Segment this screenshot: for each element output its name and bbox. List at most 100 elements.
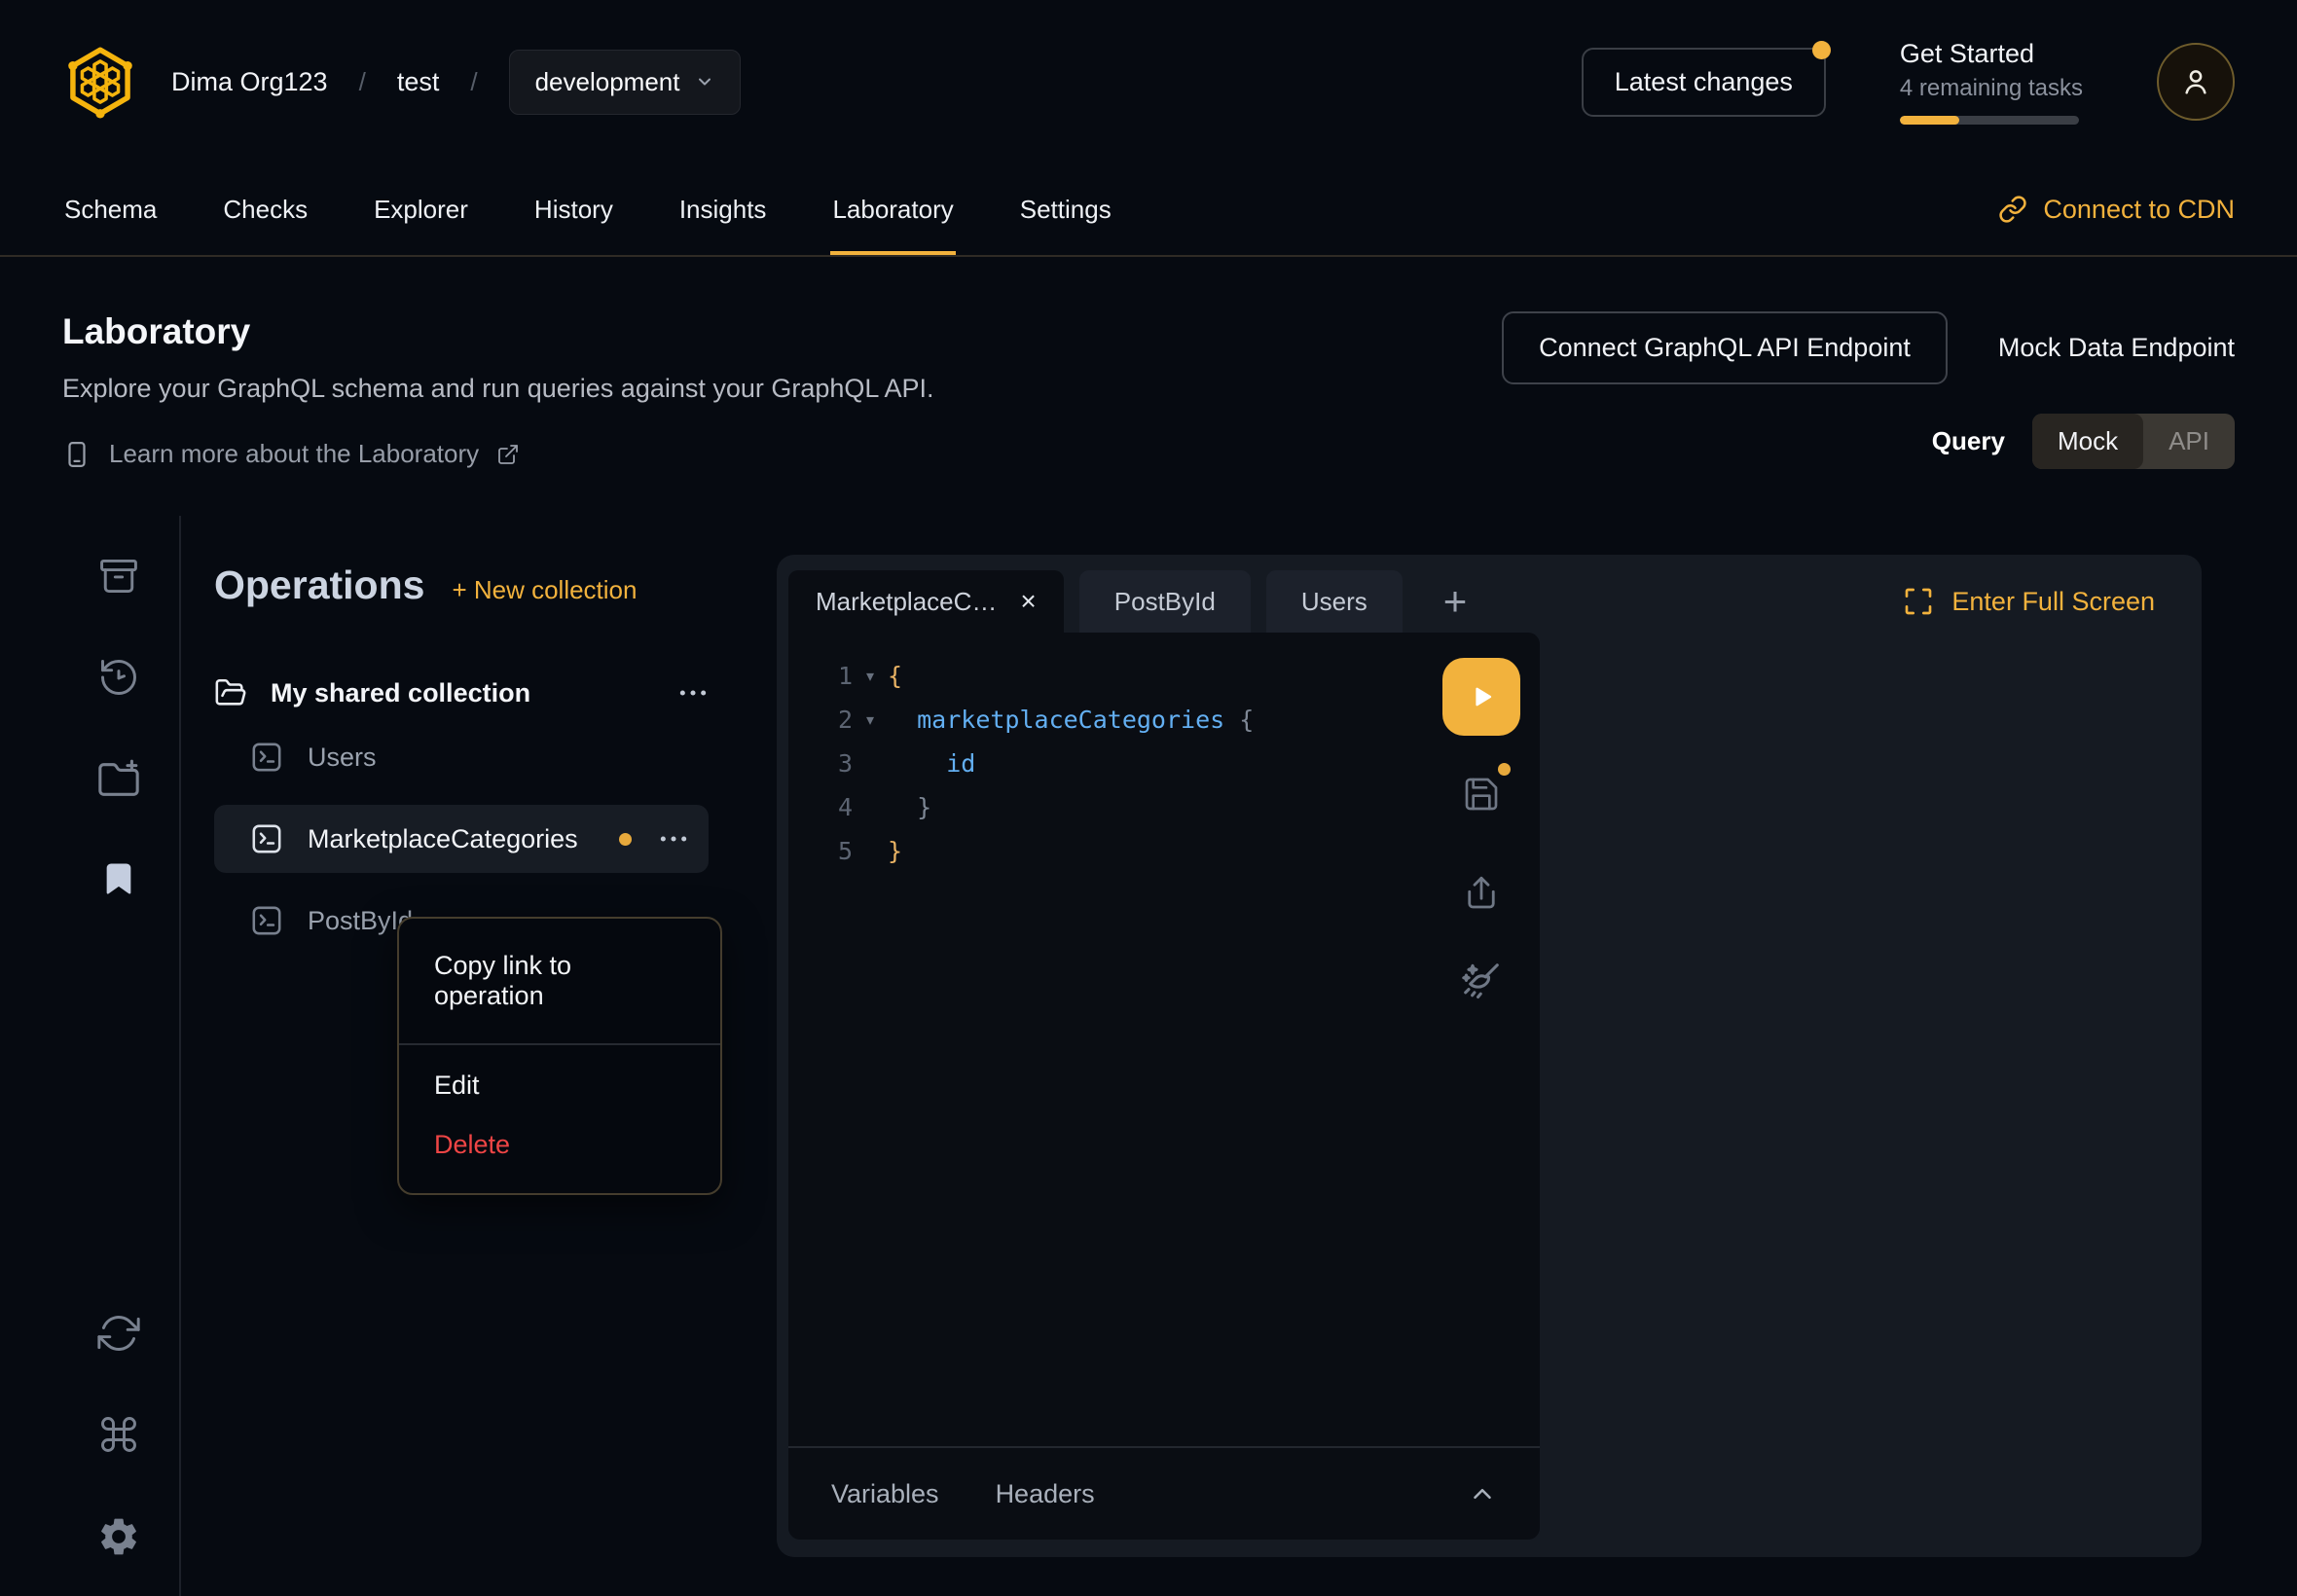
context-menu-copy-link[interactable]: Copy link to operation xyxy=(399,919,720,1043)
tab-schema[interactable]: Schema xyxy=(62,163,159,255)
bookmark-icon[interactable] xyxy=(100,860,137,897)
tab-checks[interactable]: Checks xyxy=(221,163,310,255)
line-number: 2 xyxy=(825,698,853,742)
new-folder-icon[interactable] xyxy=(96,757,141,802)
connect-to-cdn-link[interactable]: Connect to CDN xyxy=(1998,163,2235,255)
fold-spacer xyxy=(853,829,888,873)
operations-header: Operations + New collection xyxy=(214,562,709,608)
editor-tab-marketplace[interactable]: MarketplaceC… × xyxy=(788,570,1064,633)
save-operation-button[interactable] xyxy=(1462,775,1501,818)
link-icon xyxy=(1998,195,2027,224)
query-mode-toggle: Mock API xyxy=(2032,414,2235,469)
refresh-icon[interactable] xyxy=(97,1312,140,1355)
folder-open-icon xyxy=(214,676,247,709)
share-icon[interactable] xyxy=(1461,873,1502,914)
page-subtitle: Explore your GraphQL schema and run quer… xyxy=(62,374,933,404)
code-token: { xyxy=(1239,698,1254,742)
operation-icon xyxy=(249,740,284,775)
connect-to-cdn-label: Connect to CDN xyxy=(2043,195,2235,225)
latest-changes-button[interactable]: Latest changes xyxy=(1582,48,1826,117)
tab-laboratory[interactable]: Laboratory xyxy=(830,163,955,255)
query-mode-api[interactable]: API xyxy=(2143,414,2235,469)
line-number: 1 xyxy=(825,654,853,698)
headers-tab[interactable]: Headers xyxy=(996,1479,1095,1509)
fold-toggle-icon[interactable]: ▾ xyxy=(853,698,888,742)
context-menu-delete[interactable]: Delete xyxy=(399,1115,720,1193)
archive-icon[interactable] xyxy=(97,555,140,598)
context-menu-edit[interactable]: Edit xyxy=(399,1045,720,1115)
project-nav: Schema Checks Explorer History Insights … xyxy=(0,163,2297,257)
notification-dot xyxy=(1812,41,1831,59)
latest-changes-label: Latest changes xyxy=(1615,67,1793,96)
chevron-up-icon[interactable] xyxy=(1468,1479,1497,1508)
get-started-widget[interactable]: Get Started 4 remaining tasks xyxy=(1900,39,2083,125)
tab-settings[interactable]: Settings xyxy=(1018,163,1113,255)
new-collection-button[interactable]: + New collection xyxy=(452,575,637,605)
line-number: 5 xyxy=(825,829,853,873)
prettify-broom-icon[interactable] xyxy=(1459,959,1504,1003)
learn-more-label: Learn more about the Laboratory xyxy=(109,439,479,469)
collection-header[interactable]: My shared collection xyxy=(214,676,709,709)
editor-panel-body: 1 ▾ { 2 ▾ marketplaceCategories { 3 xyxy=(777,633,2202,1557)
line-number: 4 xyxy=(825,785,853,829)
laboratory-main: Operations + New collection My shared co… xyxy=(0,516,2297,1596)
collection-overflow-menu-icon[interactable] xyxy=(677,686,709,700)
editor-bottom-bar: Variables Headers xyxy=(788,1446,1540,1540)
add-tab-button[interactable]: + xyxy=(1424,581,1487,622)
tool-rail-bottom xyxy=(96,1312,141,1559)
operation-icon xyxy=(249,821,284,856)
run-query-button[interactable] xyxy=(1442,658,1520,736)
command-icon[interactable] xyxy=(97,1413,140,1456)
tab-explorer[interactable]: Explorer xyxy=(372,163,470,255)
query-mode-mock[interactable]: Mock xyxy=(2032,414,2143,469)
top-bar: Dima Org123 / test / development Latest … xyxy=(0,0,2297,163)
code-token xyxy=(1224,698,1239,742)
connect-graphql-endpoint-button[interactable]: Connect GraphQL API Endpoint xyxy=(1502,311,1948,384)
page-title: Laboratory xyxy=(62,311,933,352)
mock-data-endpoint-button[interactable]: Mock Data Endpoint xyxy=(1998,333,2235,363)
operation-item-marketplace-categories[interactable]: MarketplaceCategories xyxy=(214,805,709,873)
editor-actions xyxy=(1423,633,1540,1446)
learn-more-link[interactable]: Learn more about the Laboratory xyxy=(62,439,933,469)
user-icon xyxy=(2178,64,2213,99)
breadcrumb-separator: / xyxy=(359,67,366,97)
operation-item-users[interactable]: Users xyxy=(214,723,709,791)
breadcrumb-project[interactable]: test xyxy=(397,67,440,97)
endpoint-actions: Connect GraphQL API Endpoint Mock Data E… xyxy=(1502,311,2235,384)
operation-label: MarketplaceCategories xyxy=(308,824,578,854)
code-line: 5 } xyxy=(825,829,1423,873)
variables-tab[interactable]: Variables xyxy=(831,1479,939,1509)
get-started-progress-track xyxy=(1900,116,2079,125)
tab-history[interactable]: History xyxy=(532,163,615,255)
unsaved-changes-dot xyxy=(619,833,632,846)
code-token: marketplaceCategories xyxy=(917,698,1224,742)
fold-toggle-icon[interactable]: ▾ xyxy=(853,654,888,698)
enter-fullscreen-label: Enter Full Screen xyxy=(1951,587,2155,617)
editor-tab-users[interactable]: Users xyxy=(1266,570,1403,633)
enter-fullscreen-button[interactable]: Enter Full Screen xyxy=(1903,586,2155,617)
operation-overflow-menu-icon[interactable] xyxy=(658,832,689,846)
get-started-progress-fill xyxy=(1900,116,1959,125)
operation-context-menu: Copy link to operation Edit Delete xyxy=(397,917,722,1195)
hive-logo-icon[interactable] xyxy=(62,44,138,120)
history-icon[interactable] xyxy=(97,656,140,699)
get-started-title: Get Started xyxy=(1900,39,2083,69)
editor-tab-label: PostById xyxy=(1114,587,1216,617)
page-header-right: Connect GraphQL API Endpoint Mock Data E… xyxy=(1502,311,2235,469)
environment-select[interactable]: development xyxy=(509,50,742,115)
gear-icon[interactable] xyxy=(96,1514,141,1559)
code-line: 3 id xyxy=(825,742,1423,785)
code-token: { xyxy=(888,654,902,698)
fullscreen-icon xyxy=(1903,586,1934,617)
tab-insights[interactable]: Insights xyxy=(677,163,769,255)
editor-tab-post-by-id[interactable]: PostById xyxy=(1079,570,1251,633)
laboratory-editor-panel: MarketplaceC… × PostById Users + Enter F… xyxy=(777,555,2202,1557)
avatar[interactable] xyxy=(2157,43,2235,121)
code-token xyxy=(888,698,917,742)
code-area[interactable]: 1 ▾ { 2 ▾ marketplaceCategories { 3 xyxy=(788,633,1423,1446)
code-line: 4 } xyxy=(825,785,1423,829)
breadcrumb-org[interactable]: Dima Org123 xyxy=(171,67,328,97)
close-icon[interactable]: × xyxy=(1020,588,1036,615)
breadcrumb-separator: / xyxy=(470,67,477,97)
editor-main: 1 ▾ { 2 ▾ marketplaceCategories { 3 xyxy=(788,633,1540,1446)
